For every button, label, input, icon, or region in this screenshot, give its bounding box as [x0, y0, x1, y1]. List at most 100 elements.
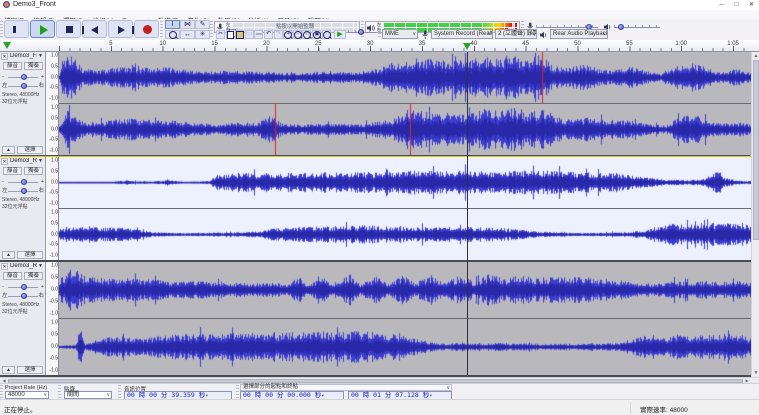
- waveform-canvas[interactable]: [59, 319, 751, 375]
- scroll-up-arrow[interactable]: ▲: [752, 52, 759, 60]
- vertical-ruler[interactable]: 1.00.50.0-0.5-1.01.00.50.0-0.5-1.0: [46, 262, 59, 375]
- track-menu-button[interactable]: ▼: [37, 53, 44, 60]
- playback-device-select[interactable]: Rear Audio Playback (R: [550, 29, 608, 39]
- vertical-scroll-thumb[interactable]: [753, 60, 759, 240]
- pan-slider[interactable]: 左右: [2, 82, 44, 90]
- pan-slider[interactable]: 左右: [2, 292, 44, 300]
- waveform-lane[interactable]: [59, 319, 751, 375]
- vertical-ruler[interactable]: 1.00.50.0-0.5-1.01.00.50.0-0.5-1.0: [46, 157, 59, 260]
- gain-slider-thumb[interactable]: [21, 74, 27, 80]
- pan-slider-thumb[interactable]: [21, 83, 27, 89]
- mute-button[interactable]: 靜音: [3, 167, 22, 175]
- solo-button[interactable]: 獨奏: [24, 62, 43, 70]
- playback-volume-thumb[interactable]: [618, 24, 624, 30]
- collapse-button[interactable]: ▲: [2, 251, 15, 259]
- multi-tool-button[interactable]: ✳: [195, 30, 210, 39]
- playback-volume-slider[interactable]: [604, 22, 662, 32]
- close-track-button[interactable]: ✕: [1, 158, 8, 165]
- cut-button[interactable]: ✂: [216, 30, 225, 39]
- maximize-button[interactable]: □: [729, 0, 744, 10]
- pause-button[interactable]: [4, 20, 29, 38]
- play-speed-slider[interactable]: [348, 27, 376, 37]
- track-title[interactable]: Demo3_Rear: [10, 263, 37, 270]
- track-menu-button[interactable]: ▼: [37, 158, 44, 165]
- envelope-tool-button[interactable]: ⋈: [180, 20, 195, 29]
- redo-button[interactable]: ↷: [274, 30, 283, 39]
- track-menu-button[interactable]: ▼: [37, 263, 44, 270]
- zoom-sel-button[interactable]: □: [302, 30, 311, 39]
- waveform-lane[interactable]: [59, 262, 751, 319]
- track-title[interactable]: Demo3_Rear: [10, 158, 37, 165]
- gain-slider-thumb[interactable]: [21, 284, 27, 290]
- project-rate-select[interactable]: 48000: [5, 391, 49, 399]
- waveform-canvas[interactable]: [59, 104, 751, 155]
- waveform-canvas[interactable]: [59, 209, 751, 260]
- play-button[interactable]: [30, 20, 55, 38]
- toolbar-grip[interactable]: [378, 30, 381, 39]
- pan-slider-thumb[interactable]: [21, 188, 27, 194]
- close-track-button[interactable]: ✕: [1, 263, 8, 270]
- selection-range-select[interactable]: 選擇部分的起點和終點: [240, 384, 452, 391]
- recording-channels-select[interactable]: 2 (立體聲) 錄製聲道: [495, 29, 537, 39]
- zoom-in-button[interactable]: +: [283, 30, 292, 39]
- silence-button[interactable]: ▬: [254, 30, 263, 39]
- pan-slider[interactable]: 左右: [2, 187, 44, 195]
- gain-slider-thumb[interactable]: [21, 179, 27, 185]
- paste-button[interactable]: [235, 30, 244, 39]
- skip-start-button[interactable]: [82, 20, 107, 38]
- toolbar-grip[interactable]: [210, 21, 213, 38]
- minimize-button[interactable]: ─: [714, 0, 729, 10]
- gain-slider[interactable]: -+: [2, 73, 44, 81]
- vertical-ruler[interactable]: 1.00.50.0-0.5-1.01.00.50.0-0.5-1.0: [46, 52, 59, 155]
- record-button[interactable]: [134, 20, 159, 38]
- skip-end-button[interactable]: [108, 20, 133, 38]
- solo-button[interactable]: 獨奏: [24, 272, 43, 280]
- waveform-lane[interactable]: [59, 209, 751, 260]
- zoom-toggle-button[interactable]: [322, 30, 331, 39]
- play-speed-thumb[interactable]: [358, 29, 364, 35]
- pan-slider-thumb[interactable]: [21, 293, 27, 299]
- toolbar-grip[interactable]: [236, 385, 239, 398]
- snap-select[interactable]: 關閉: [64, 391, 112, 399]
- gain-slider[interactable]: -+: [2, 283, 44, 291]
- zoom-fit-button[interactable]: ▣: [312, 30, 321, 39]
- vertical-scrollbar[interactable]: ▲ ▼: [751, 52, 759, 377]
- select-button[interactable]: 選擇: [17, 366, 43, 374]
- select-button[interactable]: 選擇: [17, 251, 43, 259]
- gain-slider[interactable]: -+: [2, 178, 44, 186]
- toolbar-grip[interactable]: [0, 385, 3, 398]
- playhead-pin-icon[interactable]: [3, 42, 11, 49]
- timeline-ruler[interactable]: 5101520253035404550551:001:05: [0, 40, 759, 52]
- collapse-button[interactable]: ▲: [2, 366, 15, 374]
- playhead-triangle[interactable]: [463, 43, 471, 50]
- mute-button[interactable]: 靜音: [3, 272, 22, 280]
- zoom-tool-button[interactable]: [165, 30, 180, 39]
- select-button[interactable]: 選擇: [17, 146, 43, 154]
- trim-button[interactable]: ▭: [245, 30, 254, 39]
- track-control-panel[interactable]: ✕Demo3_Rear▼靜音獨奏-+左右Stereo, 48000Hz32位元浮…: [0, 262, 46, 375]
- toolbar-grip[interactable]: [118, 385, 121, 398]
- mute-button[interactable]: 靜音: [3, 62, 22, 70]
- scroll-down-arrow[interactable]: ▼: [752, 369, 759, 377]
- waveform-canvas[interactable]: [59, 262, 751, 318]
- toolbar-grip[interactable]: [0, 21, 3, 38]
- undo-button[interactable]: ↶: [264, 30, 273, 39]
- timeshift-tool-button[interactable]: ↔: [180, 30, 195, 39]
- close-track-button[interactable]: ✕: [1, 53, 8, 60]
- waveform-lane[interactable]: [59, 104, 751, 155]
- stop-button[interactable]: [56, 20, 81, 38]
- selection-tool-button[interactable]: I: [165, 20, 180, 29]
- waveform-lane[interactable]: [59, 157, 751, 209]
- play-at-speed-button[interactable]: ▶: [334, 30, 346, 39]
- track-control-panel[interactable]: ✕Demo3_Rear▼靜音獨奏-+左右Stereo, 48000Hz32位元浮…: [0, 157, 46, 260]
- waveform-canvas[interactable]: [59, 157, 751, 208]
- recording-device-select[interactable]: System Record (Realtek: [431, 29, 493, 39]
- copy-button[interactable]: [226, 30, 235, 39]
- track-title[interactable]: Demo3_Front: [10, 53, 37, 60]
- waveform-canvas[interactable]: [59, 52, 751, 103]
- toolbar-grip[interactable]: [160, 21, 163, 38]
- close-button[interactable]: ✕: [744, 0, 759, 10]
- waveform-lane[interactable]: [59, 52, 751, 104]
- track-control-panel[interactable]: ✕Demo3_Front▼靜音獨奏-+左右Stereo, 48000Hz32位元…: [0, 52, 46, 155]
- solo-button[interactable]: 獨奏: [24, 167, 43, 175]
